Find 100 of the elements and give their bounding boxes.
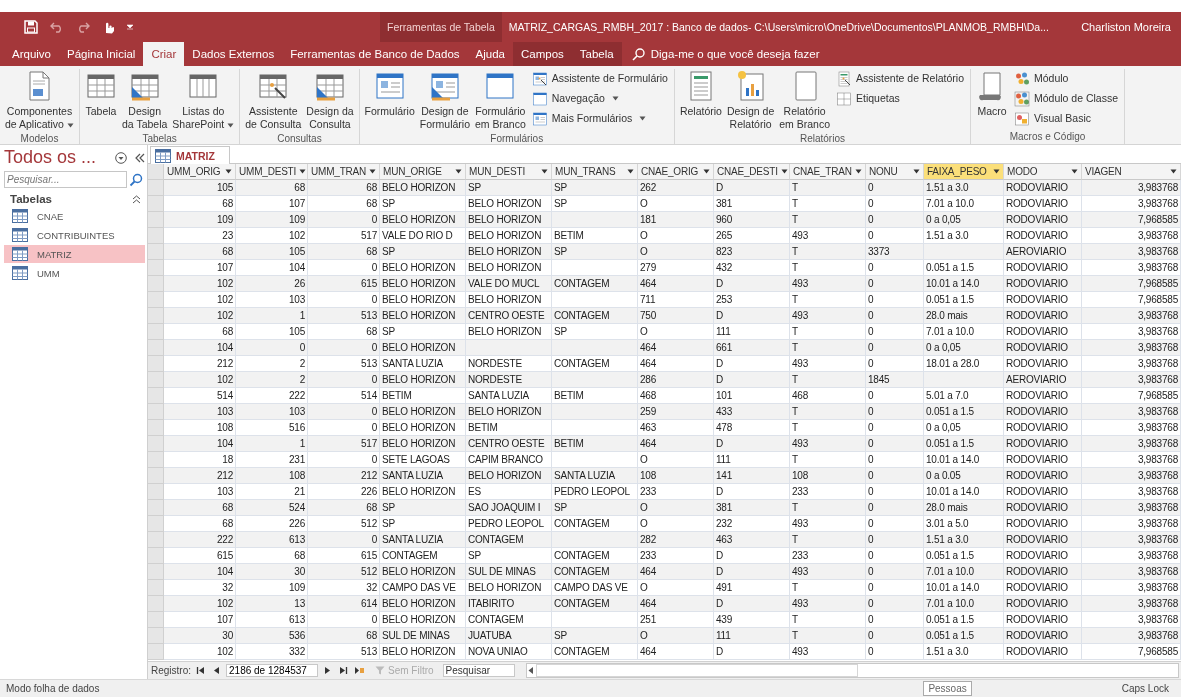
ribbon-button[interactable]: Assistente de Formulário [528,69,671,88]
ribbon-button[interactable]: Visual Basic [1011,109,1122,128]
ribbon-tab[interactable]: Dados Externos [184,42,283,66]
ribbon-button[interactable]: Relatório em Branco [777,69,832,132]
row-selector[interactable] [148,324,164,340]
row-selector[interactable] [148,612,164,628]
row-selector[interactable] [148,228,164,244]
column-header[interactable]: CNAE_DESTI [714,164,790,180]
table-item[interactable]: MATRIZ [4,245,145,263]
ribbon-button[interactable]: Design da Tabela [119,69,170,132]
search-field[interactable]: Pesquisar [442,664,515,677]
column-header[interactable]: UMM_TRAN [308,164,380,180]
ribbon-button[interactable]: Componentes de Aplicativo [3,69,76,132]
table-cell: 464 [638,564,714,580]
collapse-icon[interactable] [135,152,145,163]
ribbon-tab[interactable]: Página Inicial [59,42,144,66]
circle-caret-icon[interactable] [115,151,127,164]
ribbon-tab[interactable]: Ferramentas de Banco de Dados [282,42,468,66]
row-selector[interactable] [148,516,164,532]
row-selector[interactable] [148,628,164,644]
column-header[interactable]: CNAE_ORIG [638,164,714,180]
row-selector[interactable] [148,244,164,260]
row-selector[interactable] [148,212,164,228]
scrollbar-thumb[interactable] [535,664,858,677]
table-item[interactable]: CNAE [4,207,145,225]
ribbon-button[interactable]: Relatório [677,69,724,119]
row-selector[interactable] [148,292,164,308]
group-header[interactable]: Tabelas [4,192,145,206]
column-header[interactable]: FAIXA_PESO [924,164,1004,180]
ribbon-tab[interactable]: Campos [513,42,572,66]
row-selector[interactable] [148,484,164,500]
ribbon-button[interactable]: Design de Relatório [724,69,777,132]
row-selector[interactable] [148,276,164,292]
search-field[interactable]: Pesquisar... [4,171,127,188]
column-header[interactable]: MUN_TRANS [552,164,638,180]
table-item[interactable]: UMM [4,264,145,282]
column-header[interactable]: MUN_DESTI [466,164,552,180]
table-cell: 3,983768 [1082,468,1181,484]
row-selector[interactable] [148,404,164,420]
ribbon-button[interactable]: Formulário [362,69,417,119]
new-record-button[interactable] [353,666,366,675]
row-selector[interactable] [148,180,164,196]
horizontal-scrollbar[interactable] [525,663,1179,678]
row-selector[interactable] [148,388,164,404]
row-selector[interactable] [148,308,164,324]
ribbon-button[interactable]: Design da Consulta [304,69,356,132]
row-selector[interactable] [148,580,164,596]
row-selector[interactable] [148,372,164,388]
row-selector[interactable] [148,420,164,436]
ribbon-button[interactable]: Etiquetas [833,89,967,108]
search-icon[interactable] [129,172,143,187]
ribbon-tab[interactable]: Criar [143,42,185,66]
row-selector[interactable] [148,644,164,660]
column-header[interactable]: MUN_ORIGE [380,164,466,180]
column-header[interactable]: CNAE_TRAN [790,164,866,180]
row-selector[interactable] [148,436,164,452]
column-header[interactable]: UMM_ORIG [164,164,236,180]
row-selector[interactable] [148,548,164,564]
ribbon-tab[interactable]: Arquivo [4,42,59,66]
row-selector[interactable] [148,340,164,356]
row-selector[interactable] [148,356,164,372]
ribbon-button[interactable]: Listas do SharePoint [170,69,237,132]
people-button[interactable]: Pessoas [923,681,972,696]
row-selector[interactable] [148,596,164,612]
undo-icon[interactable] [50,21,64,33]
row-selector[interactable] [148,452,164,468]
ribbon-button[interactable]: Módulo [1011,69,1122,88]
table-cell: 464 [638,436,714,452]
first-record-button[interactable] [194,666,207,675]
save-icon[interactable] [24,20,38,34]
column-header[interactable]: MODO [1004,164,1082,180]
ribbon-button[interactable]: Tabela [82,69,119,119]
ribbon-button[interactable]: Assistente de Relatório [833,69,967,88]
column-header[interactable]: UMM_DESTI [236,164,308,180]
ribbon-button[interactable]: Mais Formulários [528,109,671,128]
column-header[interactable]: NONU [866,164,924,180]
row-selector[interactable] [148,532,164,548]
row-selector[interactable] [148,468,164,484]
ribbon-button[interactable]: Design de Formulário [417,69,472,132]
column-header[interactable]: VIAGEN [1082,164,1181,180]
row-selector[interactable] [148,196,164,212]
row-selector[interactable] [148,564,164,580]
ribbon-button[interactable]: Assistente de Consulta [243,69,304,132]
document-tab[interactable]: MATRIZ [150,146,230,164]
redo-icon[interactable] [76,21,90,33]
ribbon-tab[interactable]: Ajuda [467,42,513,66]
last-record-button[interactable] [337,666,350,675]
ribbon-button[interactable]: Formulário em Branco [473,69,528,132]
row-selector[interactable] [148,500,164,516]
row-selector[interactable] [148,260,164,276]
tell-me-field[interactable]: Diga-me o que você deseja fazer [650,48,891,60]
record-position-field[interactable]: 2186 de 1284537 [226,664,318,677]
table-item[interactable]: CONTRIBUINTES [4,226,145,244]
pane-title[interactable]: Todos os ... [4,147,107,168]
ribbon-button[interactable]: Módulo de Classe [1011,89,1122,108]
ribbon-button[interactable]: Navegação [528,89,671,108]
ribbon-tab[interactable]: Tabela [571,42,622,66]
ribbon-button[interactable]: Macro [974,69,1010,119]
dropdown-icon[interactable] [126,23,134,31]
user-name[interactable]: Charliston Moreira [1081,21,1181,33]
